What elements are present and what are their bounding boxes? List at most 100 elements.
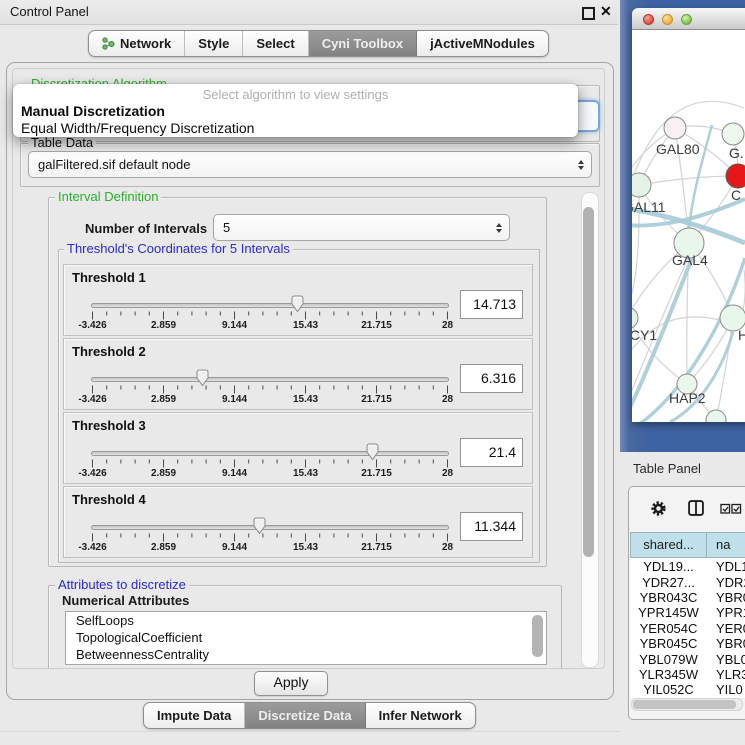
tab-infer-network[interactable]: Infer Network bbox=[366, 703, 475, 728]
column-header-shared-name[interactable]: shared... bbox=[630, 532, 707, 558]
slider-tick-label: -3.426 bbox=[78, 542, 106, 553]
apply-button[interactable]: Apply bbox=[254, 671, 328, 696]
slider-tick-label: -3.426 bbox=[78, 394, 106, 405]
num-intervals-combobox[interactable]: 5 bbox=[213, 214, 510, 241]
close-icon[interactable]: ✕ bbox=[600, 3, 612, 20]
zoom-traffic-light-icon[interactable] bbox=[681, 14, 692, 25]
algorithm-option-manual-discretization[interactable]: Manual Discretization bbox=[13, 103, 578, 120]
network-node-gal80[interactable] bbox=[664, 117, 686, 139]
table-cell: YDR2 bbox=[707, 575, 745, 590]
node-table[interactable]: shared... na YDL19...YDL1YDR27...YDR2YBR… bbox=[630, 532, 745, 698]
table-row[interactable]: YDL19...YDL1 bbox=[630, 559, 745, 574]
tab-cyni-toolbox[interactable]: Cyni Toolbox bbox=[309, 31, 417, 56]
threshold-value-input[interactable]: 21.4 bbox=[460, 438, 523, 467]
node-label: H bbox=[738, 327, 745, 343]
table-data-combobox[interactable]: galFiltered.sif default node bbox=[28, 151, 592, 178]
table-hscrollbar-thumb[interactable] bbox=[633, 700, 736, 709]
table-cell: YBL079W bbox=[630, 652, 707, 667]
network-window[interactable]: GAL80GAL11GAL4GCY1HHAP2G.C bbox=[632, 8, 745, 422]
slider-track[interactable] bbox=[91, 377, 449, 382]
list-scrollbar-thumb[interactable] bbox=[532, 615, 543, 657]
slider-tick-label: 21.715 bbox=[361, 394, 392, 405]
slider-handle-icon[interactable] bbox=[289, 294, 306, 314]
slider-track[interactable] bbox=[91, 525, 449, 530]
tab-network[interactable]: Network bbox=[89, 31, 185, 56]
network-icon bbox=[102, 37, 115, 50]
column-header-name[interactable]: na bbox=[707, 532, 745, 558]
table-row[interactable]: YIL052CYIL0 bbox=[630, 682, 745, 697]
slider-tick-label: 2.859 bbox=[151, 320, 176, 331]
table-cell: YDL19... bbox=[630, 559, 707, 574]
tab-label: Infer Network bbox=[379, 708, 462, 723]
thresholds-group-title: Threshold's Coordinates for 5 Intervals bbox=[64, 242, 293, 256]
control-panel-title: Control Panel bbox=[10, 4, 89, 19]
slider-track[interactable] bbox=[91, 451, 449, 456]
tab-style[interactable]: Style bbox=[185, 31, 243, 56]
attribute-item[interactable]: BetweennessCentrality bbox=[66, 646, 546, 663]
minimize-traffic-light-icon[interactable] bbox=[662, 14, 673, 25]
table-cell: YIL0 bbox=[707, 682, 743, 697]
bottom-tab-bar: Impute DataDiscretize Data Infer Network bbox=[143, 702, 476, 729]
settings-scrollbar-thumb[interactable] bbox=[583, 207, 594, 557]
table-row[interactable]: YDR27...YDR2 bbox=[630, 574, 745, 589]
attribute-item[interactable]: SelfLoops bbox=[66, 612, 546, 629]
split-columns-icon[interactable] bbox=[688, 500, 704, 516]
table-cell: YBL0 bbox=[707, 652, 745, 667]
slider-ticks bbox=[91, 459, 449, 468]
network-node-gcy1[interactable] bbox=[632, 307, 638, 329]
node-label: GAL11 bbox=[632, 199, 666, 215]
threshold-value-input[interactable]: 6.316 bbox=[460, 364, 523, 393]
table-row[interactable]: YBL079WYBL0 bbox=[630, 651, 745, 666]
threshold-panel-4: Threshold 4-3.4262.8599.14415.4321.71528… bbox=[63, 486, 533, 558]
slider-ticks bbox=[91, 385, 449, 394]
table-row[interactable]: YBR043CYBR0 bbox=[630, 590, 745, 605]
num-intervals-value: 5 bbox=[223, 220, 230, 235]
attributes-group-title: Attributes to discretize bbox=[55, 578, 189, 592]
tab-label: Style bbox=[198, 36, 229, 51]
threshold-label: Threshold 1 bbox=[72, 270, 146, 285]
slider-tick-label: 21.715 bbox=[361, 542, 392, 553]
slider-handle-icon[interactable] bbox=[194, 368, 211, 388]
numerical-attributes-list[interactable]: SelfLoopsTopologicalCoefficientBetweenne… bbox=[65, 611, 547, 665]
table-data-group-title: Table Data bbox=[28, 136, 96, 150]
node-label: GCY1 bbox=[632, 327, 657, 343]
tab-select[interactable]: Select bbox=[243, 31, 308, 56]
network-node-gal11[interactable] bbox=[632, 173, 651, 197]
threshold-value-input[interactable]: 11.344 bbox=[460, 512, 523, 541]
network-canvas[interactable]: GAL80GAL11GAL4GCY1HHAP2G.C bbox=[632, 30, 745, 422]
algorithm-option-equal-width-frequency-discretization[interactable]: Equal Width/Frequency Discretization bbox=[13, 120, 578, 137]
table-cell: YDL1 bbox=[707, 559, 745, 574]
close-traffic-light-icon[interactable] bbox=[643, 14, 654, 25]
slider-tick-label: -3.426 bbox=[78, 320, 106, 331]
slider-tick-label: 15.43 bbox=[293, 542, 318, 553]
slider-track[interactable] bbox=[91, 303, 449, 308]
network-node[interactable] bbox=[726, 164, 745, 188]
slider-tick-label: 28 bbox=[442, 394, 453, 405]
network-node[interactable] bbox=[722, 123, 744, 145]
gear-icon[interactable] bbox=[650, 500, 667, 517]
slider-tick-label: 2.859 bbox=[151, 468, 176, 479]
tab-label: jActiveMNodules bbox=[430, 36, 535, 51]
table-row[interactable]: YLR345WYLR3 bbox=[630, 667, 745, 682]
table-cell: YIL052C bbox=[630, 682, 707, 697]
slider-handle-icon[interactable] bbox=[364, 442, 381, 462]
interval-group-title: Interval Definition bbox=[55, 190, 161, 204]
node-label: GAL4 bbox=[672, 252, 708, 268]
tab-jactivemnodules[interactable]: jActiveMNodules bbox=[417, 31, 548, 56]
table-row[interactable]: YPR145WYPR1 bbox=[630, 605, 745, 620]
slider-tick-label: 21.715 bbox=[361, 320, 392, 331]
table-row[interactable]: YER054CYER0 bbox=[630, 621, 745, 636]
select-columns-checkboxes-icon[interactable] bbox=[720, 503, 742, 515]
algorithm-dropdown-popup: Select algorithm to view settings Manual… bbox=[13, 84, 578, 137]
tab-impute-data[interactable]: Impute Data bbox=[144, 703, 245, 728]
attribute-item[interactable]: TopologicalCoefficient bbox=[66, 629, 546, 646]
slider-tick-label: 28 bbox=[442, 542, 453, 553]
table-row[interactable]: YBR045CYBR0 bbox=[630, 636, 745, 651]
slider-handle-icon[interactable] bbox=[251, 516, 268, 536]
network-window-titlebar[interactable] bbox=[632, 8, 745, 30]
table-cell: YDR27... bbox=[630, 575, 707, 590]
float-window-icon[interactable] bbox=[582, 7, 595, 20]
threshold-value-input[interactable]: 14.713 bbox=[460, 290, 523, 319]
table-cell: YPR1 bbox=[707, 605, 745, 620]
tab-discretize-data[interactable]: Discretize Data bbox=[245, 703, 365, 728]
